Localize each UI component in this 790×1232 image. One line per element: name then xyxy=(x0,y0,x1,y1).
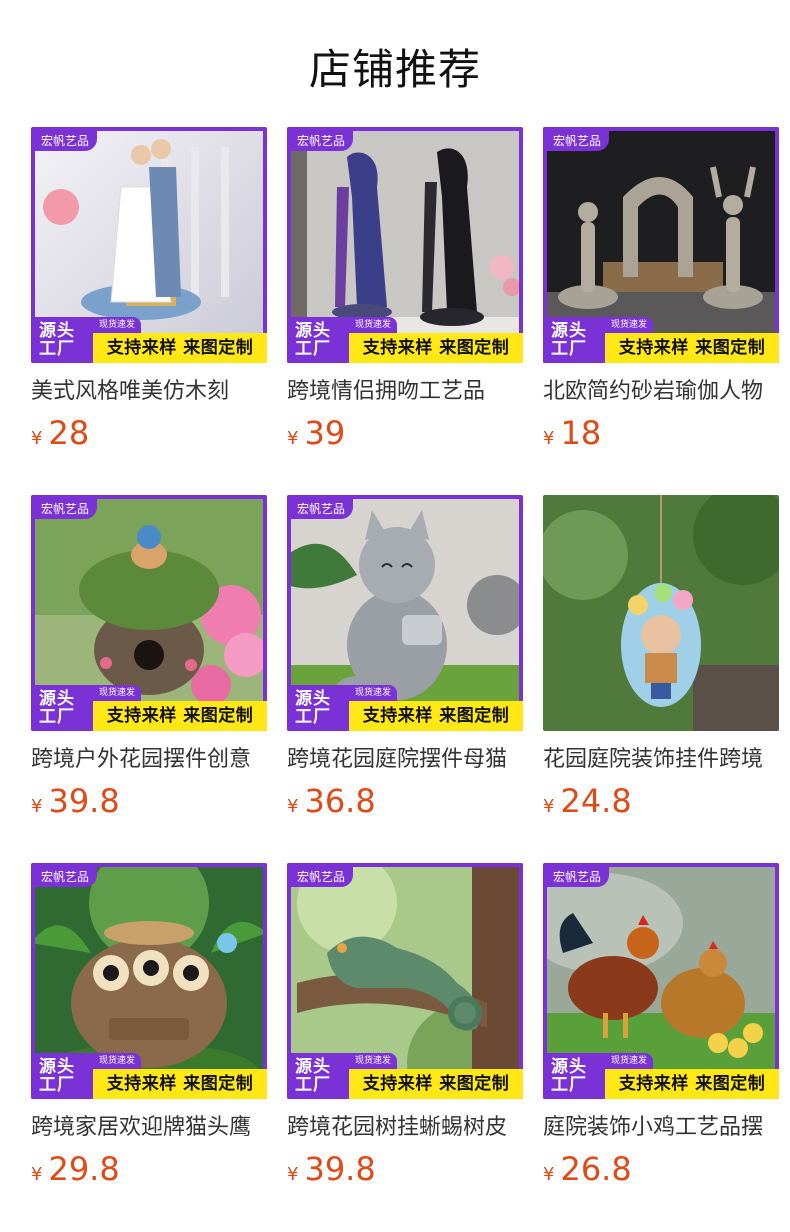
product-image[interactable]: 宏帆艺品 源头工厂 现货速发 支持来样 来图定制 xyxy=(543,127,779,363)
price-value: 28 xyxy=(48,414,90,452)
slogan-badge: 支持来样 来图定制 xyxy=(349,701,523,731)
factory-badge: 源头 工厂 xyxy=(31,317,93,363)
brand-tag: 宏帆艺品 xyxy=(35,499,98,519)
brand-tag: 宏帆艺品 xyxy=(547,867,610,887)
promo-banner: 源头 工厂 现货速发 支持来样 来图定制 xyxy=(31,317,267,363)
product-name[interactable]: 跨境花园庭院摆件母猫 xyxy=(287,745,523,775)
product-name[interactable]: 跨境户外花园摆件创意 xyxy=(31,745,267,775)
product-price: ¥26.8 xyxy=(543,1151,779,1193)
brand-tag: 宏帆艺品 xyxy=(35,867,98,887)
price-value: 18 xyxy=(560,414,602,452)
currency-symbol: ¥ xyxy=(287,1164,299,1185)
promo-banner: 源头 工厂 现货速发 支持来样 来图定制 xyxy=(287,1053,523,1099)
product-price: ¥36.8 xyxy=(287,783,523,825)
currency-symbol: ¥ xyxy=(543,1164,555,1185)
slogan-badge: 支持来样 来图定制 xyxy=(605,1069,779,1099)
factory-badge: 源头 工厂 xyxy=(31,685,93,731)
promo-banner: 源头 工厂 现货速发 支持来样 来图定制 xyxy=(31,685,267,731)
promo-banner: 源头 工厂 现货速发 支持来样 来图定制 xyxy=(543,317,779,363)
price-value: 24.8 xyxy=(560,782,632,820)
product-card[interactable]: 宏帆艺品 源头 工厂 现货速发 支持来样 来图定制 跨境情侣拥吻工艺品 ¥39 xyxy=(287,127,523,457)
factory-badge: 源头 工厂 xyxy=(287,685,349,731)
product-image[interactable]: 宏帆艺品 源头工厂 现货速发 支持来样 来图定制 xyxy=(543,495,779,731)
product-name[interactable]: 跨境情侣拥吻工艺品 xyxy=(287,377,523,407)
product-price: ¥39.8 xyxy=(287,1151,523,1193)
product-price: ¥28 xyxy=(31,415,267,457)
stock-badge: 现货速发 xyxy=(93,1053,142,1069)
brand-tag: 宏帆艺品 xyxy=(35,131,98,151)
product-name[interactable]: 跨境花园树挂蜥蜴树皮 xyxy=(287,1113,523,1143)
slogan-badge: 支持来样 来图定制 xyxy=(605,333,779,363)
product-card[interactable]: 宏帆艺品 源头 工厂 现货速发 支持来样 来图定制 跨境花园树挂蜥蜴树皮 ¥39.… xyxy=(287,863,523,1193)
hanging-flower-doll xyxy=(543,495,779,731)
product-price: ¥18 xyxy=(543,415,779,457)
product-name[interactable]: 花园庭院装饰挂件跨境 xyxy=(543,745,779,775)
product-price: ¥39 xyxy=(287,415,523,457)
brand-tag: 宏帆艺品 xyxy=(291,499,354,519)
promo-banner: 源头 工厂 现货速发 支持来样 来图定制 xyxy=(287,317,523,363)
stock-badge: 现货速发 xyxy=(605,317,654,333)
currency-symbol: ¥ xyxy=(31,796,43,817)
product-name[interactable]: 跨境家居欢迎牌猫头鹰 xyxy=(31,1113,267,1143)
stock-badge: 现货速发 xyxy=(605,1053,654,1069)
product-name[interactable]: 庭院装饰小鸡工艺品摆 xyxy=(543,1113,779,1143)
product-card[interactable]: 宏帆艺品 源头 工厂 现货速发 支持来样 来图定制 跨境户外花园摆件创意 ¥39.… xyxy=(31,495,267,825)
slogan-badge: 支持来样 来图定制 xyxy=(349,333,523,363)
product-name[interactable]: 美式风格唯美仿木刻 xyxy=(31,377,267,407)
price-value: 36.8 xyxy=(304,782,376,820)
section-title: 店铺推荐 xyxy=(308,45,481,94)
currency-symbol: ¥ xyxy=(543,428,555,449)
slogan-badge: 支持来样 来图定制 xyxy=(93,701,267,731)
brand-tag: 宏帆艺品 xyxy=(291,867,354,887)
stock-badge: 现货速发 xyxy=(349,1053,398,1069)
currency-symbol: ¥ xyxy=(31,428,43,449)
slogan-badge: 支持来样 来图定制 xyxy=(349,1069,523,1099)
product-card[interactable]: 宏帆艺品 源头 工厂 现货速发 支持来样 来图定制 美式风格唯美仿木刻 ¥28 xyxy=(31,127,267,457)
product-price: ¥29.8 xyxy=(31,1151,267,1193)
currency-symbol: ¥ xyxy=(543,796,555,817)
product-card[interactable]: 宏帆艺品 源头工厂 现货速发 支持来样 来图定制 花园庭院装饰挂件跨境 ¥24.… xyxy=(543,495,779,825)
price-value: 39.8 xyxy=(304,1150,376,1188)
promo-banner: 源头 工厂 现货速发 支持来样 来图定制 xyxy=(31,1053,267,1099)
product-image[interactable]: 宏帆艺品 源头工厂 现货速发 支持来样 来图定制 xyxy=(543,863,779,1099)
product-image[interactable]: 宏帆艺品 源头工厂 现货速发 支持来样 来图定制 xyxy=(31,863,267,1099)
product-price: ¥24.8 xyxy=(543,783,779,825)
factory-badge: 源头 工厂 xyxy=(543,317,605,363)
brand-tag: 宏帆艺品 xyxy=(547,131,610,151)
product-image[interactable]: 宏帆艺品 源头工厂 现货速发 支持来样 来图定制 xyxy=(287,863,523,1099)
factory-badge: 源头 工厂 xyxy=(543,1053,605,1099)
promo-banner: 源头 工厂 现货速发 支持来样 来图定制 xyxy=(287,685,523,731)
product-image[interactable]: 宏帆艺品 源头工厂 现货速发 支持来样 来图定制 xyxy=(287,495,523,731)
price-value: 29.8 xyxy=(48,1150,120,1188)
currency-symbol: ¥ xyxy=(31,1164,43,1185)
product-card[interactable]: 宏帆艺品 源头 工厂 现货速发 支持来样 来图定制 北欧简约砂岩瑜伽人物 ¥18 xyxy=(543,127,779,457)
price-value: 26.8 xyxy=(560,1150,632,1188)
promo-banner: 源头 工厂 现货速发 支持来样 来图定制 xyxy=(543,1053,779,1099)
slogan-badge: 支持来样 来图定制 xyxy=(93,1069,267,1099)
product-card[interactable]: 宏帆艺品 源头 工厂 现货速发 支持来样 来图定制 庭院装饰小鸡工艺品摆 ¥26.… xyxy=(543,863,779,1193)
stock-badge: 现货速发 xyxy=(93,317,142,333)
price-value: 39 xyxy=(304,414,346,452)
product-name[interactable]: 北欧简约砂岩瑜伽人物 xyxy=(543,377,779,407)
factory-badge: 源头 工厂 xyxy=(287,1053,349,1099)
currency-symbol: ¥ xyxy=(287,428,299,449)
factory-badge: 源头 工厂 xyxy=(31,1053,93,1099)
stock-badge: 现货速发 xyxy=(349,317,398,333)
product-image[interactable]: 宏帆艺品 源头工厂 现货速发 支持来样 来图定制 xyxy=(31,495,267,731)
product-card[interactable]: 宏帆艺品 源头 工厂 现货速发 支持来样 来图定制 跨境花园庭院摆件母猫 ¥36.… xyxy=(287,495,523,825)
stock-badge: 现货速发 xyxy=(349,685,398,701)
factory-badge: 源头 工厂 xyxy=(287,317,349,363)
stock-badge: 现货速发 xyxy=(93,685,142,701)
product-price: ¥39.8 xyxy=(31,783,267,825)
product-card[interactable]: 宏帆艺品 源头 工厂 现货速发 支持来样 来图定制 跨境家居欢迎牌猫头鹰 ¥29.… xyxy=(31,863,267,1193)
product-image[interactable]: 宏帆艺品 源头工厂 现货速发 支持来样 来图定制 xyxy=(287,127,523,363)
brand-tag: 宏帆艺品 xyxy=(291,131,354,151)
price-value: 39.8 xyxy=(48,782,120,820)
slogan-badge: 支持来样 来图定制 xyxy=(93,333,267,363)
currency-symbol: ¥ xyxy=(287,796,299,817)
product-image[interactable]: 宏帆艺品 源头工厂 现货速发 支持来样 来图定制 xyxy=(31,127,267,363)
